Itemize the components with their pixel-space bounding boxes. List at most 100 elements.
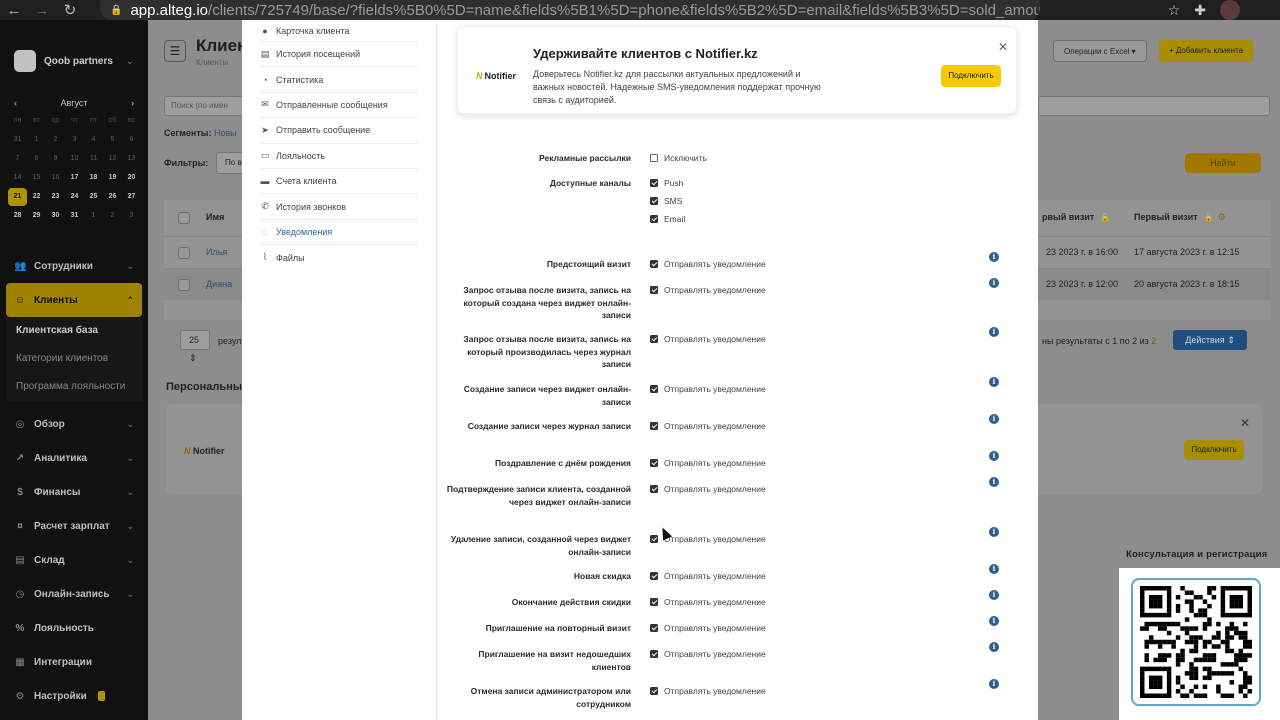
info-icon[interactable]: i — [989, 252, 999, 262]
client-search-input[interactable]: Поиск (по имен — [164, 96, 244, 116]
qr-module — [1193, 684, 1199, 690]
send-notification-option[interactable]: Отправлять уведомление — [650, 284, 766, 296]
checkbox[interactable] — [650, 335, 658, 343]
extensions-icon[interactable]: ✚ — [1194, 2, 1206, 19]
profile-avatar[interactable] — [1220, 0, 1240, 20]
gear-icon[interactable]: ⚙ — [1218, 212, 1226, 222]
qr-module — [1220, 590, 1226, 595]
reload-icon[interactable]: ↻ — [56, 1, 84, 19]
modal-nav-user[interactable]: ● Карточка клиента — [260, 20, 418, 42]
excel-operations-button[interactable]: Операции с Excel ▾ — [1053, 40, 1147, 62]
segment-link[interactable]: Новы — [214, 128, 237, 138]
send-notification-option[interactable]: Отправлять уведомление — [650, 570, 766, 582]
info-icon[interactable]: i — [989, 414, 999, 424]
checkbox[interactable] — [650, 459, 658, 467]
actions-button[interactable]: Действия ⇕ — [1173, 330, 1247, 350]
send-notification-option[interactable]: Отправлять уведомление — [650, 457, 766, 469]
per-page-select[interactable]: 25 ⇕ — [180, 330, 210, 363]
qr-module — [1225, 644, 1230, 649]
checkbox[interactable] — [650, 286, 658, 294]
info-icon[interactable]: i — [989, 564, 999, 574]
modal-nav-bell[interactable]: ◌ Уведомления — [260, 220, 418, 246]
modal-nav-paper-plane[interactable]: ➤ Отправить сообщение — [260, 118, 418, 144]
address-bar[interactable]: 🔒 app.alteg.io/clients/725749/base/?fiel… — [100, 0, 1040, 20]
bookmark-star-icon[interactable]: ☆ — [1168, 2, 1181, 19]
qr-module — [1157, 693, 1163, 698]
breadcrumb[interactable]: Клиенты — [196, 58, 228, 67]
checkbox[interactable] — [650, 535, 658, 543]
checkbox[interactable] — [650, 154, 658, 162]
qr-module — [1225, 671, 1230, 676]
send-notification-option[interactable]: Отправлять уведомление — [650, 420, 766, 432]
checkbox[interactable] — [650, 624, 658, 632]
send-notification-option[interactable]: Отправлять уведомление — [650, 685, 766, 697]
qr-module — [1175, 662, 1181, 667]
add-client-button[interactable]: + Добавить клиента — [1159, 40, 1254, 62]
checkbox[interactable] — [650, 422, 658, 430]
info-icon[interactable]: i — [989, 616, 999, 626]
info-icon[interactable]: i — [989, 477, 999, 487]
info-icon[interactable]: i — [989, 590, 999, 600]
checkbox[interactable] — [650, 572, 658, 580]
send-notification-option[interactable]: Отправлять уведомление — [650, 333, 766, 345]
qr-code — [1119, 568, 1280, 720]
checkbox[interactable] — [650, 598, 658, 606]
info-icon[interactable]: i — [989, 327, 999, 337]
column-last-visit-header[interactable]: рвый визит 🔒 — [1042, 212, 1110, 222]
column-first-visit-header[interactable]: Первый визит 🔒 ⚙ — [1134, 212, 1226, 223]
modal-nav-envelope[interactable]: ✉ Отправленные сообщения — [260, 93, 418, 119]
setting-label: Запрос отзыва после визита, запись на ко… — [463, 334, 631, 369]
info-icon[interactable]: i — [989, 377, 999, 387]
qr-module — [1220, 608, 1226, 613]
checkbox[interactable] — [650, 687, 658, 695]
modal-nav-card[interactable]: ▭ Лояльность — [260, 144, 418, 169]
find-button[interactable]: Найти — [1185, 153, 1261, 173]
close-icon[interactable]: ✕ — [1240, 416, 1250, 430]
forward-icon[interactable]: → — [28, 2, 56, 19]
modal-nav-paperclip[interactable]: ⌇ Файлы — [260, 245, 418, 270]
qr-module — [1202, 608, 1208, 613]
channel-option[interactable]: SMS — [650, 195, 682, 207]
modal-nav-wallet[interactable]: ▬ Счета клиента — [260, 169, 418, 195]
info-icon[interactable]: i — [989, 451, 999, 461]
close-icon[interactable]: ✕ — [998, 40, 1008, 54]
exclude-ads-option[interactable]: Исключить — [650, 152, 707, 164]
modal-nav-history[interactable]: ▤ История посещений — [260, 42, 418, 68]
send-notification-option[interactable]: Отправлять уведомление — [650, 483, 766, 495]
send-notification-option[interactable]: Отправлять уведомление — [650, 596, 766, 608]
modal-nav-pie-chart[interactable]: ◔ Статистика — [260, 67, 418, 93]
send-notification-option[interactable]: Отправлять уведомление — [650, 648, 766, 660]
channel-option[interactable]: Push — [650, 177, 683, 189]
search-field-right[interactable] — [1038, 96, 1270, 116]
column-name-header[interactable]: Имя — [206, 212, 224, 222]
back-icon[interactable]: ← — [0, 2, 28, 19]
checkbox[interactable] — [650, 215, 658, 223]
checkbox[interactable] — [650, 385, 658, 393]
checkbox[interactable] — [650, 179, 658, 187]
select-all-checkbox[interactable] — [178, 212, 190, 224]
info-icon[interactable]: i — [989, 527, 999, 537]
send-notification-option[interactable]: Отправлять уведомление — [650, 258, 766, 270]
row-checkbox[interactable] — [178, 247, 190, 259]
checkbox[interactable] — [650, 260, 658, 268]
hamburger-icon[interactable]: ☰ — [164, 40, 186, 62]
checkbox[interactable] — [650, 485, 658, 493]
modal-nav-phone[interactable]: ✆ История звонков — [260, 194, 418, 220]
info-icon[interactable]: i — [989, 278, 999, 288]
row-checkbox[interactable] — [178, 279, 190, 291]
connect-button[interactable]: Подключить — [1184, 440, 1244, 460]
qr-module — [1225, 648, 1230, 654]
checkbox[interactable] — [650, 197, 658, 205]
send-notification-option[interactable]: Отправлять уведомление — [650, 383, 766, 395]
setting-label: Рекламные рассылки — [539, 153, 631, 163]
setting-row: Отмена записи администратором или сотруд… — [437, 679, 1038, 710]
info-icon[interactable]: i — [989, 679, 999, 689]
channel-option[interactable]: Email — [650, 213, 685, 225]
client-name-link[interactable]: Илья — [206, 247, 227, 257]
client-name-link[interactable]: Диана — [206, 279, 232, 289]
info-icon[interactable]: i — [989, 642, 999, 652]
send-notification-option[interactable]: Отправлять уведомление — [650, 622, 766, 634]
setting-label: Отмена записи администратором или сотруд… — [470, 686, 631, 709]
connect-button[interactable]: Подключить — [941, 65, 1001, 87]
checkbox[interactable] — [650, 650, 658, 658]
